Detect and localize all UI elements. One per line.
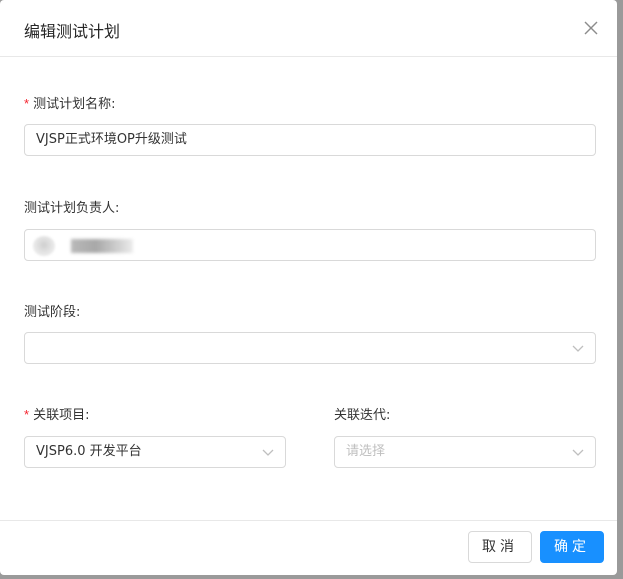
project-label: * 关联项目:: [24, 404, 89, 423]
dialog-header: 编辑测试计划: [0, 0, 617, 57]
project-label-text: 关联项目:: [33, 408, 90, 423]
project-select[interactable]: VJSP6.0 开发平台: [24, 436, 286, 468]
iteration-select[interactable]: 请选择: [334, 436, 596, 468]
plan-name-input[interactable]: VJSP正式环境OP升级测试: [24, 124, 596, 156]
close-icon[interactable]: [581, 18, 601, 38]
plan-name-value: VJSP正式环境OP升级测试: [36, 132, 187, 147]
required-mark: *: [24, 96, 30, 111]
stage-select[interactable]: [24, 332, 596, 364]
owner-select[interactable]: [24, 229, 596, 261]
plan-name-label-text: 测试计划名称:: [33, 97, 116, 112]
edit-test-plan-dialog: 编辑测试计划 * 测试计划名称: VJSP正式环境OP升级测试 测试计划负责人: …: [0, 0, 617, 575]
project-value: VJSP6.0 开发平台: [36, 444, 142, 459]
iteration-label: 关联迭代:: [334, 408, 391, 423]
stage-label: 测试阶段:: [24, 305, 81, 320]
chevron-down-icon: [572, 449, 584, 456]
owner-label: 测试计划负责人:: [24, 201, 120, 216]
iteration-placeholder: 请选择: [346, 444, 386, 459]
chevron-down-icon: [262, 449, 274, 456]
cancel-button[interactable]: 取消: [468, 531, 532, 563]
chevron-down-icon: [572, 345, 584, 352]
avatar: [33, 236, 55, 256]
confirm-button[interactable]: 确定: [540, 531, 604, 563]
plan-name-label: * 测试计划名称:: [24, 93, 115, 112]
redacted-owner-name: [71, 239, 133, 253]
dialog-footer: 取消 确定: [0, 520, 617, 575]
dialog-title: 编辑测试计划: [24, 22, 121, 41]
required-mark: *: [24, 407, 30, 422]
